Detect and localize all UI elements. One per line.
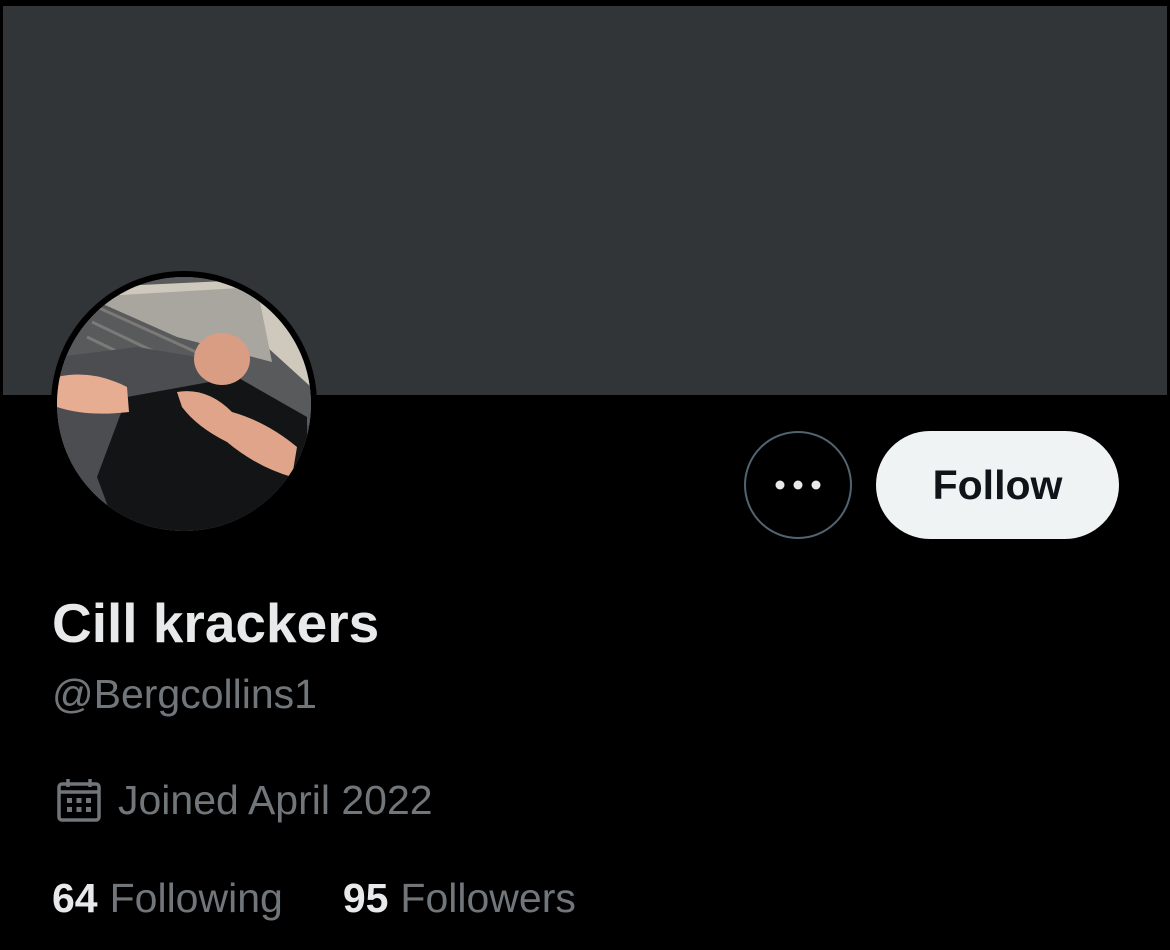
following-label: Following	[109, 875, 283, 921]
more-icon	[775, 480, 821, 490]
follow-button[interactable]: Follow	[876, 431, 1119, 539]
calendar-icon	[57, 779, 101, 822]
more-options-button[interactable]	[744, 431, 852, 539]
followers-link[interactable]: 95 Followers	[343, 872, 576, 924]
followers-label: Followers	[400, 875, 576, 921]
join-date-text: Joined April 2022	[118, 777, 433, 823]
following-link[interactable]: 64 Following	[52, 872, 283, 924]
followers-count: 95	[342, 875, 389, 921]
following-count: 64	[52, 875, 98, 921]
profile-display-name: Cill krackers	[52, 592, 380, 654]
profile-handle: @Bergcollins1	[52, 671, 317, 717]
join-date: Joined April 2022	[56, 774, 433, 826]
profile-avatar[interactable]	[51, 271, 317, 537]
profile-photo	[57, 277, 311, 531]
profile-stats: 64 Following 95 Followers	[52, 872, 576, 924]
